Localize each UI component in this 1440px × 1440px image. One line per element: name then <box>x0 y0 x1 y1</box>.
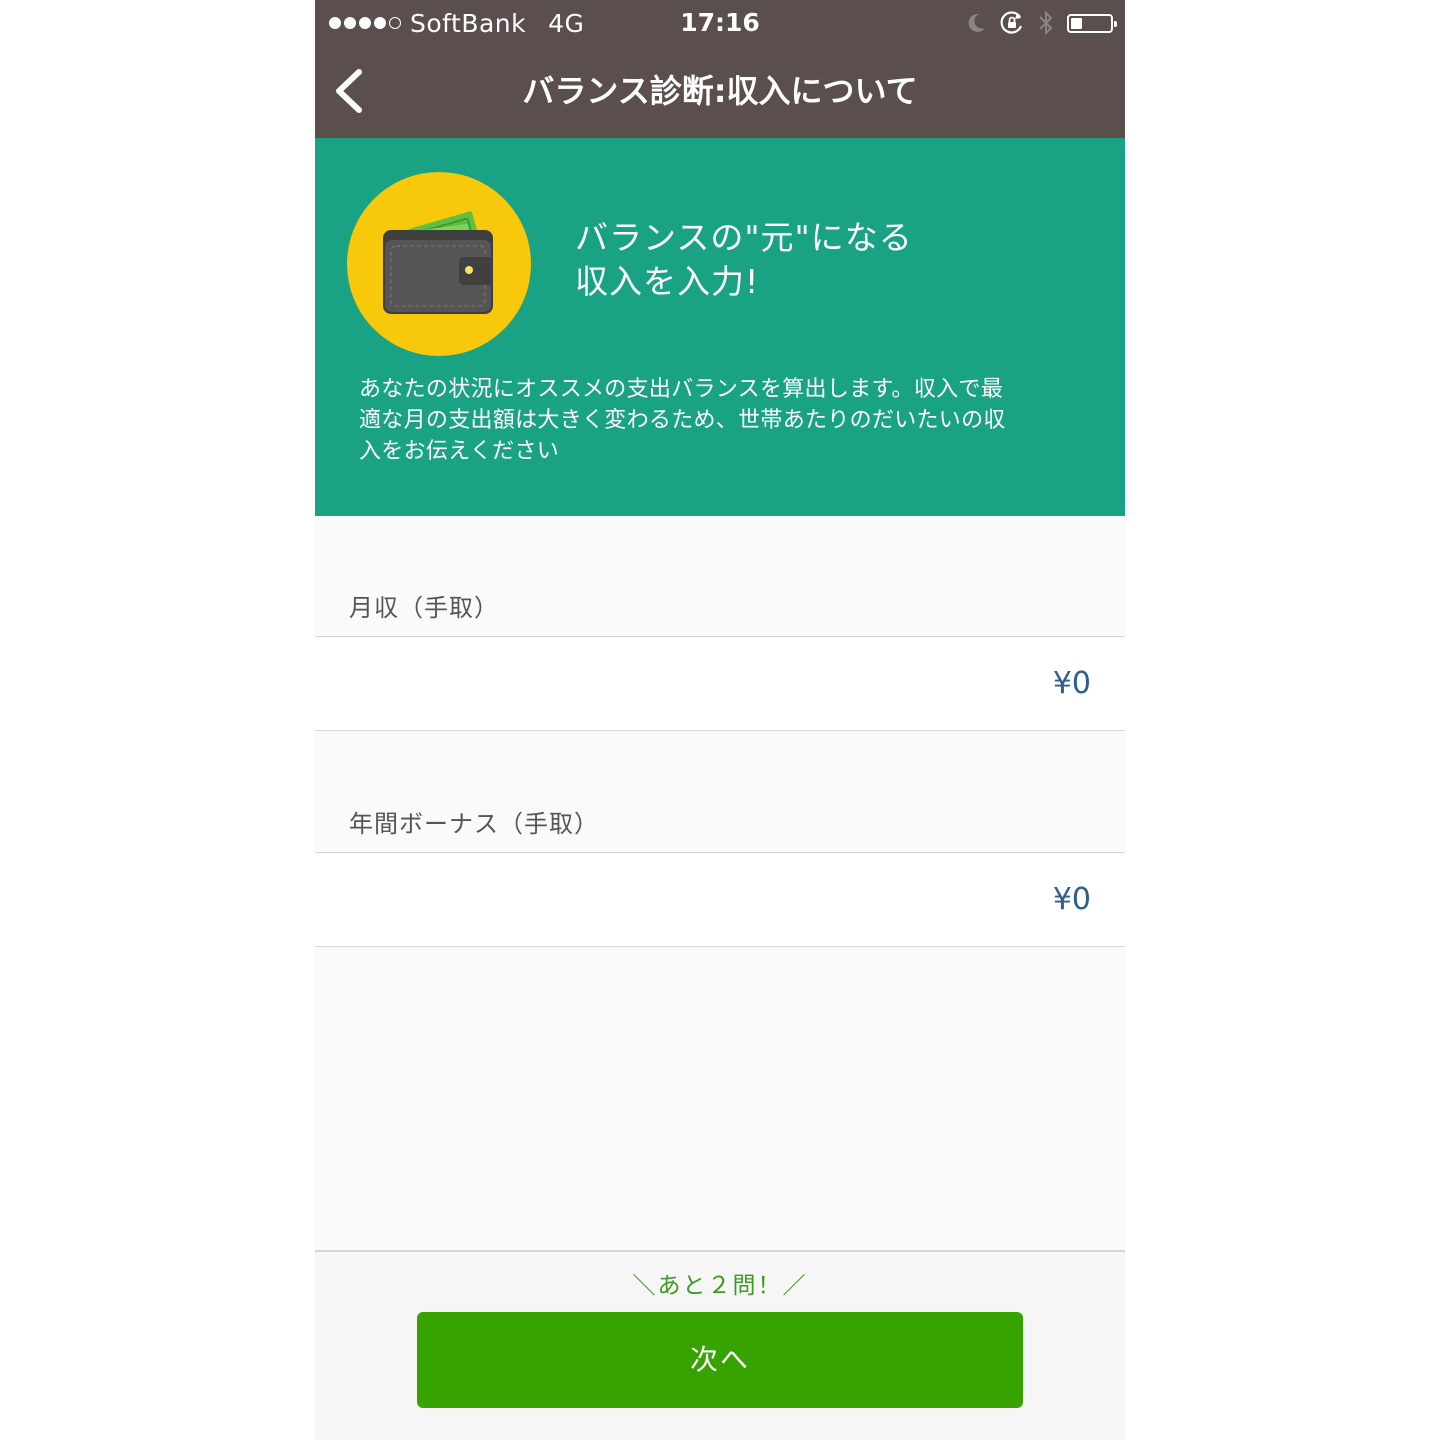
rotation-lock-icon <box>1000 11 1023 34</box>
back-button[interactable] <box>329 66 371 116</box>
annual-bonus-field[interactable]: ¥0 <box>315 853 1125 946</box>
app-screen: SoftBank 4G 17:16 バランス診断:収入について バランスの"元"… <box>315 0 1125 1440</box>
divider <box>315 946 1125 947</box>
intro-headline: バランスの"元"になる 収入を入力! <box>575 216 1095 304</box>
intro-headline-line1: バランスの"元"になる <box>575 218 913 257</box>
status-bar-right <box>965 6 1117 40</box>
intro-description-line1: あなたの状況にオススメの支出バランスを算出します。収入で最 <box>359 377 1004 402</box>
intro-description-line2: 適な月の支出額は大きく変わるため、世帯あたりのだいたいの収 <box>359 408 1006 433</box>
page-title: バランス診断:収入について <box>522 72 918 110</box>
intro-description-line3: 入をお伝えください <box>359 439 560 464</box>
divider <box>315 730 1125 731</box>
top-bar: SoftBank 4G 17:16 バランス診断:収入について <box>315 0 1125 138</box>
moon-icon <box>968 13 985 32</box>
intro-banner: バランスの"元"になる 収入を入力! あなたの状況にオススメの支出バランスを算出… <box>315 138 1125 516</box>
wallet-icon <box>347 172 531 356</box>
annual-bonus-value: ¥0 <box>1052 882 1091 917</box>
monthly-income-field[interactable]: ¥0 <box>315 637 1125 730</box>
footer: ＼あと２問！／ 次へ <box>315 1250 1125 1440</box>
monthly-income-label: 月収（手取） <box>349 594 499 622</box>
chevron-left-icon <box>336 69 362 113</box>
monthly-income-value: ¥0 <box>1052 666 1091 701</box>
intro-description: あなたの状況にオススメの支出バランスを算出します。収入で最 適な月の支出額は大き… <box>359 374 1075 467</box>
intro-headline-line2: 収入を入力! <box>575 262 760 301</box>
remaining-questions-text: ＼あと２問！／ <box>632 1273 808 1299</box>
next-button[interactable]: 次へ <box>417 1312 1023 1408</box>
bluetooth-icon <box>1039 10 1053 36</box>
annual-bonus-label: 年間ボーナス（手取） <box>349 810 599 838</box>
battery-icon <box>1067 13 1117 33</box>
